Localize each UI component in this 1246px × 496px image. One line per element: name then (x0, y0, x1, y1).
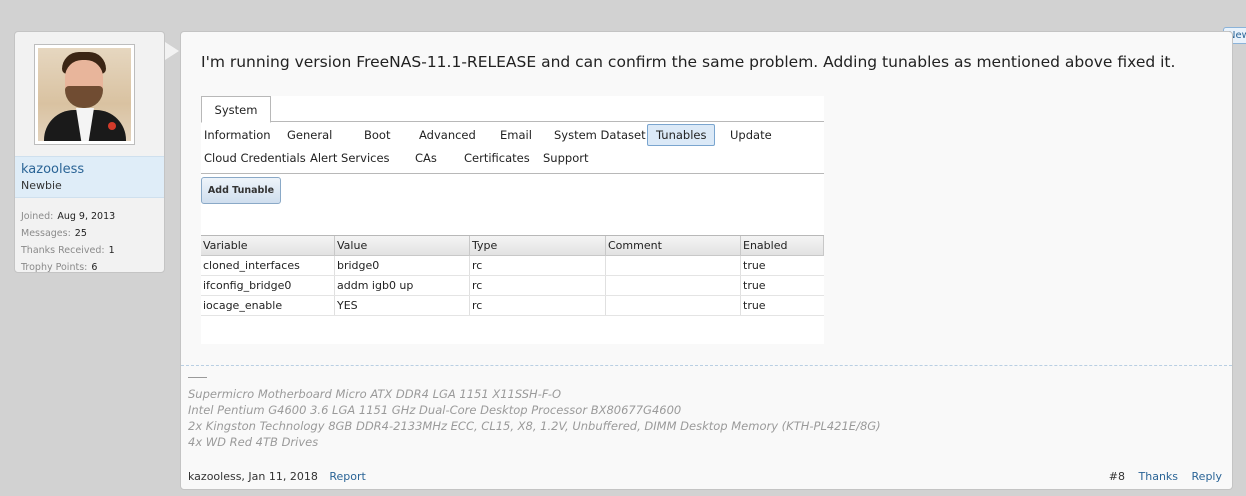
stat-thanks-received: Thanks Received: 1 (21, 245, 115, 256)
signature-line: 2x Kingston Technology 8GB DDR4-2133MHz … (188, 419, 881, 433)
table-row: iocage_enable YES rc true (201, 296, 824, 316)
nav-tunables: Tunables (647, 124, 716, 146)
signature-line: Supermicro Motherboard Micro ATX DDR4 LG… (188, 387, 562, 401)
col-enabled: Enabled (741, 236, 824, 255)
message-body: I'm running version FreeNAS-11.1-RELEASE… (180, 31, 1233, 490)
attached-screenshot: System Information General Boot Advanced… (201, 96, 824, 344)
stat-messages: Messages: 25 (21, 228, 87, 239)
report-link[interactable]: Report (329, 470, 365, 483)
col-type: Type (470, 236, 606, 255)
nav-general: General (287, 128, 333, 142)
tunables-table: Variable Value Type Comment Enabled clon… (201, 235, 824, 316)
username-link[interactable]: kazooless (21, 162, 158, 177)
user-info-panel: kazooless Newbie Joined: Aug 9, 2013 Mess… (14, 31, 179, 276)
reply-link[interactable]: Reply (1192, 470, 1222, 483)
signature-rule (188, 377, 207, 378)
nav-divider (201, 173, 824, 174)
author-date[interactable]: kazooless, Jan 11, 2018 (188, 470, 318, 483)
stat-joined: Joined: Aug 9, 2013 (21, 211, 116, 222)
nav-support: Support (543, 151, 589, 165)
col-variable: Variable (201, 236, 335, 255)
thanks-link[interactable]: Thanks (1139, 470, 1179, 483)
avatar-image (38, 48, 131, 141)
post-meta: kazooless, Jan 11, 2018 Report (188, 470, 366, 483)
stat-trophy-points: Trophy Points: 6 (21, 262, 98, 273)
nav-cloud-credentials: Cloud Credentials (204, 151, 306, 165)
panel-arrow (165, 42, 179, 60)
nav-information: Information (204, 128, 271, 142)
avatar[interactable] (34, 44, 135, 145)
nav-certificates: Certificates (464, 151, 530, 165)
signature-line: Intel Pentium G4600 3.6 LGA 1151 GHz Dua… (188, 403, 682, 417)
col-comment: Comment (606, 236, 741, 255)
nav-email: Email (500, 128, 532, 142)
nav-alert-services: Alert Services (310, 151, 390, 165)
signature-divider (181, 365, 1232, 366)
user-stats: Joined: Aug 9, 2013 Messages: 25 Thanks Re… (21, 208, 159, 276)
table-row: cloned_interfaces bridge0 rc true (201, 256, 824, 276)
nav-system-dataset: System Dataset (554, 128, 646, 142)
table-header: Variable Value Type Comment Enabled (201, 235, 824, 256)
user-title: Newbie (21, 179, 62, 192)
nav-boot: Boot (364, 128, 391, 142)
post-number[interactable]: #8 (1109, 470, 1125, 483)
table-row: ifconfig_bridge0 addm igb0 up rc true (201, 276, 824, 296)
tab-system: System (201, 96, 271, 123)
tab-bar (201, 96, 824, 122)
user-name-box: kazooless Newbie (15, 156, 164, 198)
post-text: I'm running version FreeNAS-11.1-RELEASE… (201, 53, 1176, 71)
col-value: Value (335, 236, 470, 255)
nav-advanced: Advanced (419, 128, 476, 142)
signature: Supermicro Motherboard Micro ATX DDR4 LG… (188, 377, 881, 450)
post-actions: #8 Thanks Reply (1099, 470, 1222, 483)
nav-update: Update (730, 128, 772, 142)
signature-line: 4x WD Red 4TB Drives (188, 435, 319, 449)
nav-cas: CAs (415, 151, 437, 165)
add-tunable-button: Add Tunable (201, 177, 281, 204)
